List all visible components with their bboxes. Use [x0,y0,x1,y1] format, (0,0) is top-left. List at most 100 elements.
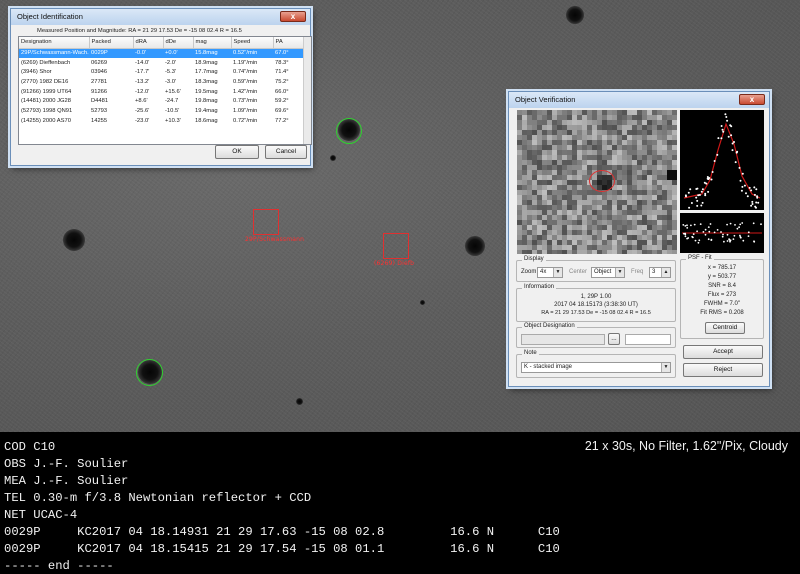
table-row[interactable]: (6269) Dieffenbach 06269 -14.0' -2.0' 18.9ma… [19,58,305,68]
pixel [587,230,592,235]
residual-point [729,222,732,225]
pixel [577,225,582,230]
pixel [532,145,537,150]
table-row[interactable]: 29P/Schwassmann-Wach. 0029P -0.0' +0.0' 15.8… [19,48,305,58]
center-select[interactable]: Object ▼ [591,267,625,278]
table-row[interactable]: (14481) 2000 JG28 D4481 +8.6' -24.7 19.8mag 0… [19,96,305,106]
pixel [622,145,627,150]
psf-point [726,119,729,122]
psf-point [706,177,709,180]
column-header[interactable]: Speed [231,37,274,49]
column-header[interactable]: mag [193,37,232,49]
pixel [547,165,552,170]
column-header[interactable]: dDe [163,37,194,49]
pixel [617,225,622,230]
pixel [642,110,647,115]
titlebar[interactable]: Object Identification x [11,9,310,25]
titlebar[interactable]: Object Verification x [509,92,769,108]
pixel [647,190,652,195]
pixel [632,165,637,170]
close-button[interactable]: x [280,11,306,22]
centroid-button[interactable]: Centroid [705,322,745,334]
pixel [622,225,627,230]
pixel [662,150,667,155]
pixel [592,240,597,245]
report-line: OBS J.-F. Soulier [4,457,129,471]
cancel-button[interactable]: Cancel [265,145,307,159]
pixel [552,185,557,190]
table-cell: (52793) 1998 QN91 [21,107,73,114]
pixel [637,130,642,135]
pixel [672,225,677,230]
pixel [602,225,607,230]
target-marker-comet[interactable] [253,209,279,235]
pixel [602,130,607,135]
pixel [627,175,632,180]
designation-extra-input[interactable] [625,334,671,345]
designation-input[interactable] [521,334,605,345]
pixel [582,150,587,155]
pixel [547,170,552,175]
accept-button[interactable]: Accept [683,345,763,359]
pixel [587,130,592,135]
table-row[interactable]: (3946) Shor 03946 -17.7' -5.3' 17.7mag 0.74"/… [19,67,305,77]
table-row[interactable]: (91266) 1999 UT64 91266 -12.0' +15.6' 19.5ma… [19,87,305,97]
reject-button[interactable]: Reject [683,363,763,377]
pixel [517,140,522,145]
pixel [562,235,567,240]
pixel [652,190,657,195]
pixel [542,220,547,225]
pixel [552,125,557,130]
pixel [612,245,617,250]
pixel [622,130,627,135]
object-verification-window[interactable]: Object Verification x Display Zoom 4x ▼ C… [508,91,770,387]
pixel [667,235,672,240]
column-header[interactable]: Packed [89,37,134,49]
pixel [612,110,617,115]
pixel [527,135,532,140]
pixel [637,240,642,245]
pixel [522,135,527,140]
psf-value-line: FWHM = 7.0" [704,301,740,307]
pixel [577,110,582,115]
target-marker-asteroid[interactable] [383,233,409,259]
pixel [657,205,662,210]
pixel [617,180,622,185]
pixel [547,115,552,120]
psf-value-line: Flux = 273 [707,292,737,298]
pixel [612,200,617,205]
pixel [622,205,627,210]
pixel [547,200,552,205]
ok-button[interactable]: OK [215,145,259,159]
pixel [607,250,612,254]
pixel [557,210,562,215]
object-identification-window[interactable]: Object Identification x Measured Positio… [10,8,312,166]
pixel [572,130,577,135]
note-select[interactable]: K - stacked image ▼ [521,362,671,373]
identification-table[interactable]: Designation Packed dRA dDe mag Speed PA 29P/Sc… [18,36,312,145]
browse-button[interactable]: ... [608,333,620,345]
column-header[interactable]: PA [273,37,306,49]
zoom-select[interactable]: 4x ▼ [537,267,563,278]
pixel [572,195,577,200]
pixel [632,205,637,210]
pixel [582,195,587,200]
close-button[interactable]: x [739,94,765,105]
zoomed-image[interactable] [517,110,677,254]
table-row[interactable]: (2770) 1982 DE16 27781 -13.2' -3.0' 18.3mag 0… [19,77,305,87]
freq-input[interactable]: 3 ▲ [649,267,671,278]
pixel [527,180,532,185]
table-scrollbar[interactable] [303,37,311,144]
pixel [622,220,627,225]
column-header[interactable]: Designation [19,37,90,49]
table-row[interactable]: (14255) 2000 AS70 14255 -23.0' +10.3' 18.6ma… [19,116,305,126]
pixel [537,170,542,175]
pixel [632,250,637,254]
column-header[interactable]: dRA [133,37,164,49]
pixel [582,135,587,140]
pixel [657,110,662,115]
psf-point [696,199,699,202]
table-row[interactable]: (52793) 1998 QN91 52793 -25.6' -10.5' 19.4ma… [19,106,305,116]
pixel [577,125,582,130]
table-cell: (14481) 2000 JG28 [21,98,71,105]
